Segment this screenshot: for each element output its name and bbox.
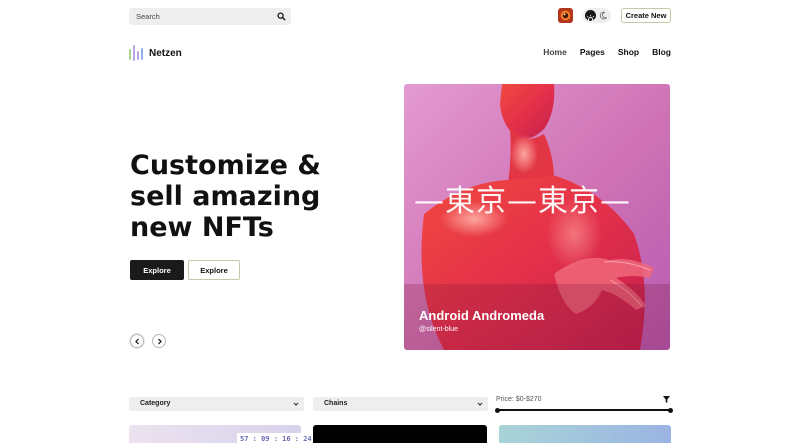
featured-overlay-text: —東京—東京— — [414, 184, 631, 219]
chevron-down-icon — [293, 402, 299, 406]
sun-icon — [585, 10, 596, 24]
price-slider-max-handle[interactable] — [668, 407, 673, 413]
price-label: Price: — [496, 396, 514, 403]
search-bar[interactable] — [129, 8, 291, 25]
hero-title-line: new NFTs — [130, 212, 274, 243]
explore-primary-button[interactable]: Explore — [130, 260, 184, 280]
featured-title: Android Andromeda — [419, 308, 545, 323]
nft-card[interactable] — [313, 425, 487, 443]
nav-home[interactable]: Home — [543, 47, 567, 57]
category-select-label: Category — [140, 400, 171, 407]
price-range-slider[interactable] — [495, 407, 673, 413]
search-input[interactable] — [136, 8, 266, 25]
price-slider-min-handle[interactable] — [495, 407, 500, 413]
hero-title-line: sell amazing — [130, 181, 321, 212]
chains-select-label: Chains — [324, 400, 348, 407]
hero-title-line: Customize & — [130, 150, 321, 181]
brand-name: Netzen — [149, 47, 182, 59]
avatar[interactable] — [558, 8, 573, 23]
theme-toggle[interactable] — [583, 8, 611, 24]
brand-logo[interactable]: Netzen — [129, 45, 182, 61]
chevron-down-icon — [477, 402, 483, 406]
featured-handle[interactable]: @silent-blue — [419, 326, 458, 333]
carousel-next-button[interactable] — [152, 334, 166, 348]
main-nav: Home Pages Shop Blog — [543, 47, 671, 57]
nav-shop[interactable]: Shop — [618, 47, 639, 57]
explore-secondary-button[interactable]: Explore — [188, 260, 240, 280]
category-select[interactable]: Category — [129, 397, 304, 411]
nav-pages[interactable]: Pages — [580, 47, 605, 57]
chevron-right-icon — [158, 338, 162, 345]
auction-timer: 57 : 09 : 16 : 24 — [237, 433, 315, 443]
moon-icon — [599, 11, 607, 20]
search-icon[interactable] — [277, 12, 286, 21]
price-filter-label: Price: $0-$270 — [496, 396, 542, 403]
logo-icon — [129, 45, 143, 61]
nft-card[interactable] — [499, 425, 671, 443]
nav-blog[interactable]: Blog — [652, 47, 671, 57]
chains-select[interactable]: Chains — [313, 397, 488, 411]
featured-nft-card[interactable]: —東京—東京— Android Andromeda @silent-blue — [404, 84, 670, 350]
chevron-left-icon — [135, 338, 139, 345]
filter-icon[interactable] — [663, 396, 670, 403]
carousel-prev-button[interactable] — [130, 334, 144, 348]
hero-title: Customize & sell amazing new NFTs — [130, 150, 380, 243]
create-new-button[interactable]: Create New — [621, 8, 671, 23]
price-range-value: $0-$270 — [515, 396, 542, 403]
